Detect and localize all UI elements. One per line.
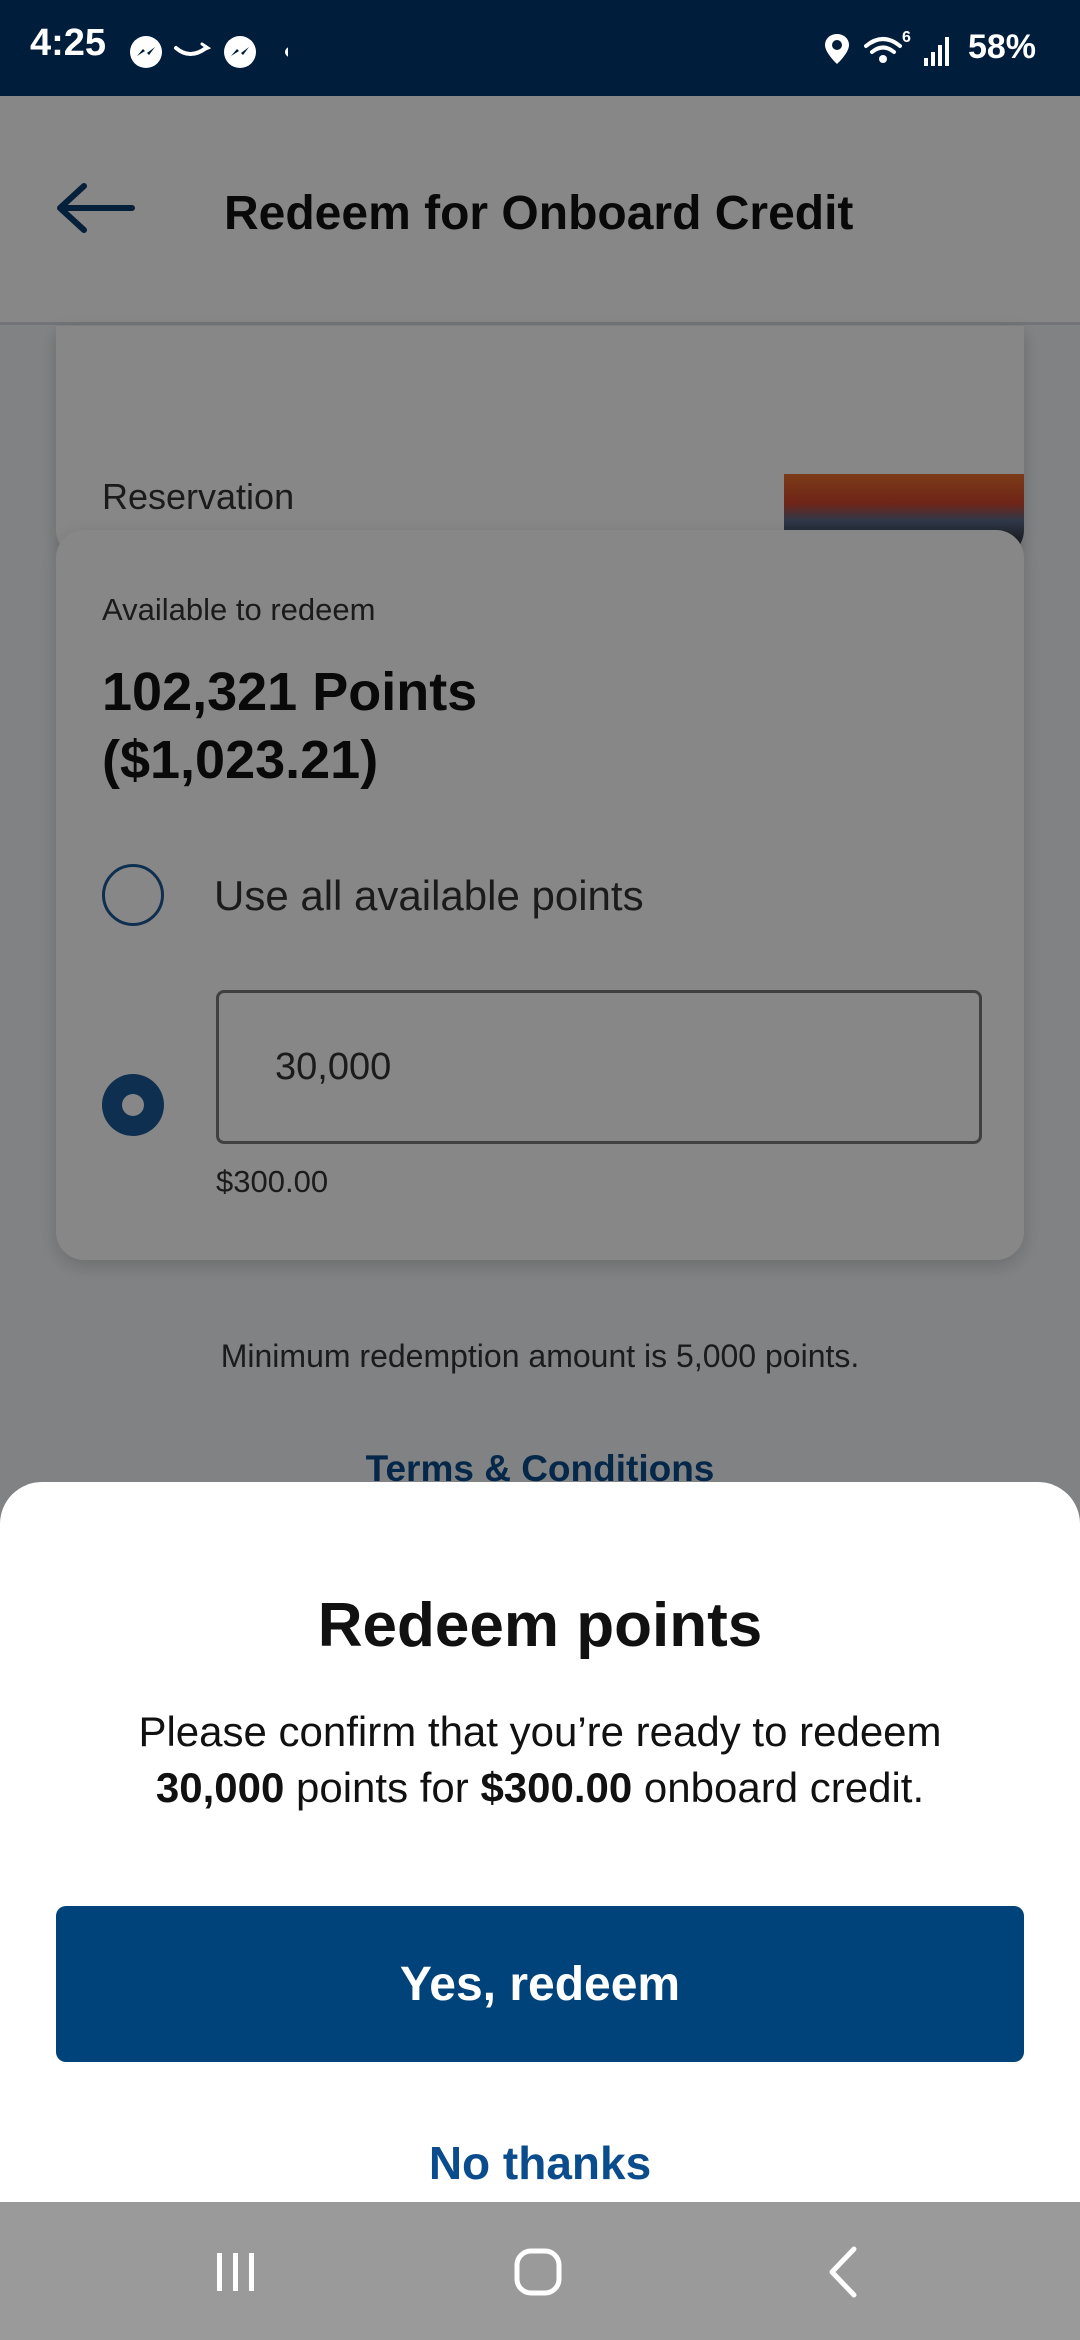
confirm-sheet: Redeem points Please confirm that you’re… <box>0 1482 1080 2202</box>
sheet-message-amount: $300.00 <box>480 1764 633 1811</box>
signal-icon <box>924 37 949 66</box>
wifi-icon <box>864 37 902 63</box>
status-bar: 4:25 6 58% <box>0 0 1080 96</box>
sheet-message: Please confirm that you’re ready to rede… <box>80 1704 1000 1816</box>
amazon-icon <box>174 42 212 56</box>
location-icon <box>825 34 849 64</box>
system-status-icons: 6 <box>825 29 949 66</box>
navigation-bar <box>0 2202 1080 2340</box>
dot-icon <box>285 47 288 57</box>
back-icon[interactable] <box>792 2221 892 2321</box>
messenger-icon <box>224 36 256 68</box>
status-time: 4:25 <box>30 22 107 64</box>
wifi-badge: 6 <box>902 29 911 46</box>
yes-redeem-button[interactable]: Yes, redeem <box>56 1906 1024 2062</box>
recent-apps-icon[interactable] <box>186 2221 286 2321</box>
sheet-message-mid: points for <box>284 1764 481 1811</box>
home-icon[interactable] <box>488 2221 588 2321</box>
messenger-icon <box>130 36 162 68</box>
sheet-message-points: 30,000 <box>155 1764 285 1811</box>
sheet-title: Redeem points <box>317 1591 763 1660</box>
no-thanks-button[interactable]: No thanks <box>0 2136 1080 2190</box>
battery-level: 58% <box>967 28 1036 66</box>
notification-icons <box>130 36 288 68</box>
sheet-message-post: onboard credit. <box>632 1764 925 1811</box>
sheet-message-pre: Please confirm that you’re ready to rede… <box>138 1708 942 1755</box>
